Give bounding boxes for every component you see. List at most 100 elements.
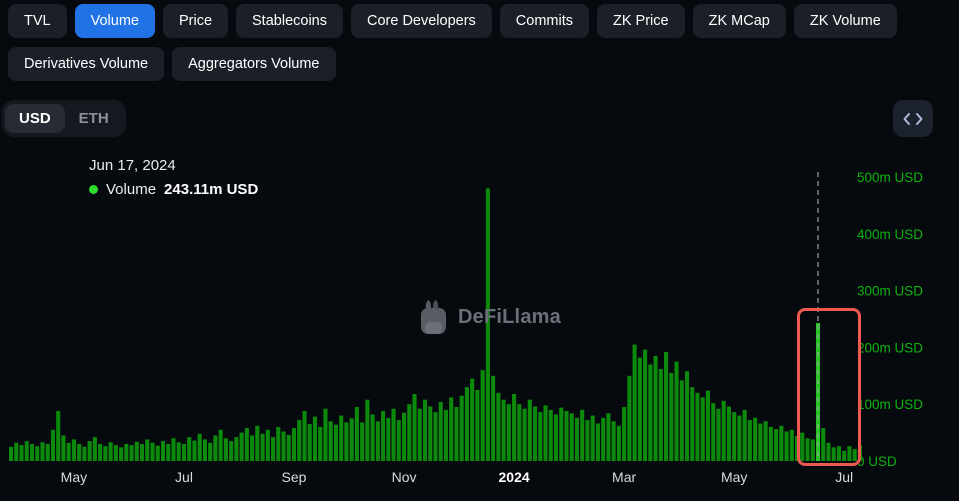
volume-bar[interactable] [423, 400, 427, 461]
volume-bar[interactable] [150, 443, 154, 461]
volume-bar[interactable] [821, 428, 825, 461]
currency-option-eth[interactable]: ETH [65, 104, 123, 133]
volume-bar[interactable] [198, 434, 202, 461]
volume-bar[interactable] [533, 406, 537, 461]
volume-bar[interactable] [633, 345, 637, 461]
volume-bar[interactable] [412, 394, 416, 461]
volume-bar[interactable] [659, 369, 663, 461]
volume-bar[interactable] [465, 387, 469, 461]
volume-bar[interactable] [706, 391, 710, 461]
volume-bar[interactable] [826, 443, 830, 461]
volume-bar[interactable] [145, 439, 149, 461]
volume-bar[interactable] [517, 404, 521, 461]
volume-bar[interactable] [276, 427, 280, 461]
tab-core-developers[interactable]: Core Developers [351, 4, 492, 38]
volume-bar[interactable] [758, 424, 762, 461]
volume-bar[interactable] [585, 420, 589, 461]
volume-bar[interactable] [543, 405, 547, 461]
volume-bar[interactable] [580, 410, 584, 461]
volume-bar[interactable] [156, 446, 160, 461]
tab-tvl[interactable]: TVL [8, 4, 67, 38]
volume-bar[interactable] [98, 444, 102, 461]
volume-bar[interactable] [40, 442, 44, 461]
volume-bar[interactable] [360, 422, 364, 461]
volume-bar[interactable] [14, 443, 18, 461]
volume-bar[interactable] [627, 376, 631, 461]
volume-bar[interactable] [774, 429, 778, 461]
embed-chart-button[interactable] [893, 100, 933, 137]
volume-bar[interactable] [292, 428, 296, 461]
volume-bar[interactable] [564, 411, 568, 461]
volume-bar[interactable] [56, 411, 60, 461]
volume-bar[interactable] [9, 447, 13, 461]
volume-bar[interactable] [486, 188, 490, 461]
volume-bar[interactable] [302, 411, 306, 461]
volume-bar[interactable] [722, 401, 726, 461]
volume-chart[interactable]: MayJulSepNov2024MarMayJul0 USD100m USD20… [0, 150, 959, 501]
volume-bar[interactable] [318, 427, 322, 461]
volume-bar[interactable] [224, 438, 228, 461]
volume-bar[interactable] [449, 397, 453, 461]
volume-bar[interactable] [25, 441, 29, 461]
volume-bar[interactable] [481, 370, 485, 461]
volume-bar[interactable] [638, 358, 642, 461]
volume-bar[interactable] [685, 371, 689, 461]
volume-bar[interactable] [764, 421, 768, 461]
volume-bar[interactable] [528, 400, 532, 461]
volume-bar-chart-canvas[interactable]: MayJulSepNov2024MarMayJul0 USD100m USD20… [0, 150, 959, 501]
volume-bar[interactable] [612, 421, 616, 461]
tab-stablecoins[interactable]: Stablecoins [236, 4, 343, 38]
volume-bar[interactable] [669, 373, 673, 461]
volume-bar[interactable] [339, 416, 343, 461]
volume-bar[interactable] [596, 424, 600, 461]
volume-bar[interactable] [213, 435, 217, 461]
volume-bar[interactable] [46, 444, 50, 461]
volume-bar[interactable] [119, 447, 123, 461]
volume-bar[interactable] [805, 438, 809, 461]
tab-zk-price[interactable]: ZK Price [597, 4, 685, 38]
volume-bar[interactable] [250, 435, 254, 461]
volume-bar[interactable] [470, 379, 474, 461]
volume-bar[interactable] [475, 390, 479, 461]
volume-bar[interactable] [523, 409, 527, 461]
volume-bar[interactable] [135, 442, 139, 461]
volume-bar[interactable] [208, 443, 212, 461]
volume-bar[interactable] [711, 403, 715, 461]
volume-bar[interactable] [229, 441, 233, 461]
volume-bar[interactable] [166, 444, 170, 461]
volume-bar[interactable] [606, 413, 610, 461]
volume-bar[interactable] [329, 421, 333, 461]
volume-bar[interactable] [701, 397, 705, 461]
volume-bar[interactable] [800, 433, 804, 461]
volume-bar[interactable] [785, 431, 789, 461]
volume-bar[interactable] [261, 434, 265, 461]
volume-bar[interactable] [297, 420, 301, 461]
volume-bar[interactable] [779, 426, 783, 461]
volume-bar[interactable] [716, 409, 720, 461]
volume-bar[interactable] [124, 444, 128, 461]
volume-bar[interactable] [392, 409, 396, 461]
volume-bar[interactable] [240, 433, 244, 461]
volume-bar[interactable] [61, 435, 65, 461]
tab-zk-volume[interactable]: ZK Volume [794, 4, 897, 38]
volume-bar[interactable] [622, 407, 626, 461]
volume-bar[interactable] [507, 404, 511, 461]
volume-bar[interactable] [837, 446, 841, 461]
volume-bar[interactable] [355, 407, 359, 461]
volume-bar[interactable] [234, 437, 238, 461]
volume-bar[interactable] [287, 435, 291, 461]
volume-bar[interactable] [402, 413, 406, 461]
volume-bar[interactable] [266, 430, 270, 461]
volume-bar[interactable] [847, 446, 851, 461]
volume-bar[interactable] [397, 420, 401, 461]
volume-bar[interactable] [313, 417, 317, 461]
volume-bar[interactable] [502, 400, 506, 461]
volume-bar[interactable] [140, 444, 144, 461]
volume-bar[interactable] [130, 445, 134, 461]
volume-bar[interactable] [727, 406, 731, 461]
volume-bar[interactable] [407, 404, 411, 461]
volume-bar[interactable] [386, 418, 390, 461]
volume-bar[interactable] [601, 418, 605, 461]
volume-bar[interactable] [350, 418, 354, 461]
volume-bar[interactable] [832, 447, 836, 461]
